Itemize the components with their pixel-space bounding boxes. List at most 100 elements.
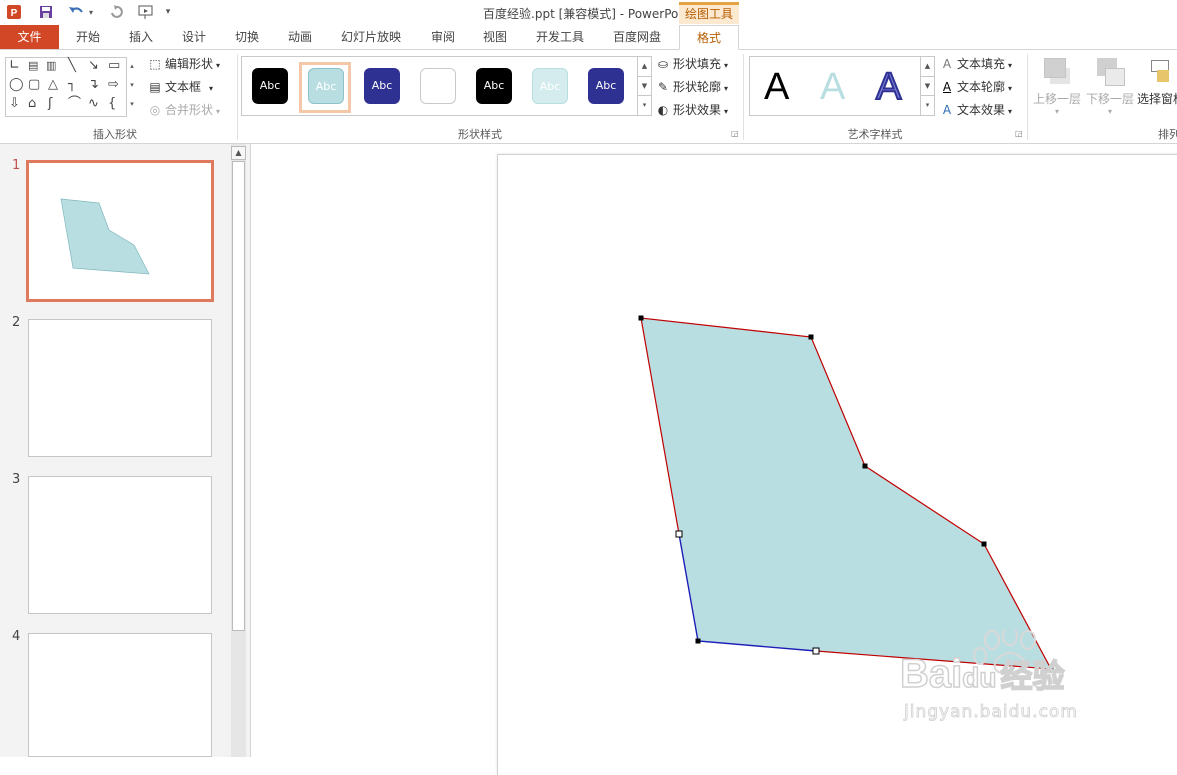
bring-forward-button[interactable]: 上移一层 ▾ <box>1032 56 1082 116</box>
wordart-styles-gallery[interactable]: A A A ▲ ▼ ▾ <box>749 56 935 116</box>
window-title: 百度经验.ppt [兼容模式] - PowerPoint <box>483 7 694 21</box>
shape-styles-gallery[interactable]: Abc Abc Abc Abc Abc Abc ▲ ▼ ▾ <box>241 56 652 116</box>
scroll-up-arrow-icon[interactable]: ▲ <box>231 146 246 160</box>
text-outline-button[interactable]: A 文本轮廓 ▾ <box>940 78 1012 96</box>
watermark-label: 经验 <box>1000 657 1066 695</box>
textbox-icon: ▤ <box>149 80 161 94</box>
arrange-group-label: 排列 <box>1158 128 1177 141</box>
edit-shape-icon: ⬚ <box>149 57 161 71</box>
shape-connector-icon[interactable]: ┐ <box>68 78 76 92</box>
slide-thumbnail-1[interactable] <box>26 160 214 302</box>
selection-pane-button[interactable]: 选择窗格 <box>1137 56 1177 107</box>
shape-triangle-icon[interactable]: △ <box>48 78 58 92</box>
shape-gallery-scroll[interactable]: ▴ ▾ ▾ <box>126 57 138 115</box>
dialog-launcher-icon[interactable]: ◲ <box>1015 129 1023 138</box>
shape-rounded-rect-icon[interactable]: ▢ <box>28 78 40 92</box>
shape-textbox-icon[interactable]: ▤ <box>28 59 38 73</box>
tab-developer[interactable]: 开发工具 <box>530 25 590 49</box>
gallery-scroll-down[interactable]: ▼ <box>637 76 651 96</box>
watermark-brand: Bai <box>899 651 963 697</box>
thumbnail-number: 4 <box>12 629 21 644</box>
shape-brace-icon[interactable]: { <box>108 97 116 111</box>
wordart-more[interactable]: ▾ <box>920 95 934 115</box>
slide-thumbnail-2[interactable] <box>28 319 212 457</box>
gallery-scroll-up[interactable]: ▲ <box>637 57 651 76</box>
shape-style-white[interactable] <box>420 68 456 104</box>
slide-thumbnail-3[interactable] <box>28 476 212 614</box>
tab-format[interactable]: 格式 <box>679 25 739 50</box>
group-separator <box>237 54 238 140</box>
shape-gallery[interactable]: ∟ ▤ ▥ ╲ ↘ ▭ ◯ ▢ △ ┐ ↴ ⇨ ⇩ ⌂ ʃ ⌒ ∿ { <box>5 57 127 117</box>
shape-style-pale-blue[interactable]: Abc <box>532 68 568 104</box>
shape-outline-button[interactable]: ✎ 形状轮廓 ▾ <box>656 78 728 96</box>
thumbnail-number: 3 <box>12 472 21 487</box>
text-effects-button[interactable]: A 文本效果 ▾ <box>940 101 1012 119</box>
selection-pane-icon <box>1145 56 1175 86</box>
shape-curve-icon[interactable]: ∿ <box>88 97 99 111</box>
shape-arrow-icon[interactable]: ↘ <box>88 59 99 73</box>
thumbnail-number: 2 <box>12 315 21 330</box>
shape-style-dark-blue-2[interactable]: Abc <box>588 68 624 104</box>
wordart-scroll-down[interactable]: ▼ <box>920 76 934 96</box>
paint-bucket-icon: ⛀ <box>657 57 669 71</box>
dialog-launcher-icon[interactable]: ◲ <box>731 129 739 138</box>
text-effects-icon: A <box>942 103 952 117</box>
group-separator <box>743 54 744 140</box>
thumbnail-scrollbar[interactable]: ▲ <box>231 144 246 757</box>
drawing-tools-contextual-label: 绘图工具 <box>679 2 739 24</box>
tab-review[interactable]: 审阅 <box>423 25 463 49</box>
shape-freeform-icon[interactable]: ⌂ <box>28 97 36 111</box>
tab-home[interactable]: 开始 <box>68 25 108 49</box>
shape-down-arrow-icon[interactable]: ⇩ <box>9 97 20 111</box>
shape-vtextbox-icon[interactable]: ▥ <box>46 59 56 73</box>
tab-insert[interactable]: 插入 <box>121 25 161 49</box>
tab-transitions[interactable]: 切换 <box>227 25 267 49</box>
shape-effects-button[interactable]: ◐ 形状效果 ▾ <box>656 101 728 119</box>
shape-elbow-arrow-icon[interactable]: ↴ <box>88 78 99 92</box>
shape-rectangle-icon[interactable]: ▭ <box>108 59 120 73</box>
tab-baidu-netdisk[interactable]: 百度网盘 <box>606 25 668 49</box>
ribbon-tabs: 文件 开始 插入 设计 切换 动画 幻灯片放映 审阅 视图 开发工具 百度网盘 … <box>0 25 1177 50</box>
tab-view[interactable]: 视图 <box>475 25 515 49</box>
wordart-style-black[interactable]: A <box>764 65 789 109</box>
wordart-styles-group-label: 艺术字样式 <box>847 128 903 141</box>
merge-shapes-button[interactable]: ◎ 合并形状 ▾ <box>148 101 220 119</box>
merge-shapes-icon: ◎ <box>149 103 161 117</box>
shape-style-dark-blue[interactable]: Abc <box>364 68 400 104</box>
wordart-style-light-blue[interactable]: A <box>820 65 845 109</box>
wordart-scroll-up[interactable]: ▲ <box>920 57 934 76</box>
tab-slideshow[interactable]: 幻灯片放映 <box>334 25 408 49</box>
watermark-brand-suffix: du <box>961 661 997 694</box>
wordart-style-blue-outline[interactable]: A <box>875 65 902 109</box>
shape-arc-icon[interactable]: ⌒ <box>68 97 81 111</box>
group-separator <box>1027 54 1028 140</box>
scrollbar-thumb[interactable] <box>232 161 245 631</box>
send-backward-button[interactable]: 下移一层 ▾ <box>1085 56 1135 116</box>
textbox-button[interactable]: ▤ 文本框 ▾ <box>148 78 213 96</box>
edit-shape-button[interactable]: ⬚ 编辑形状 ▾ <box>148 55 220 73</box>
shape-lshape-icon[interactable]: ∟ <box>9 59 20 73</box>
shape-oval-icon[interactable]: ◯ <box>9 78 24 92</box>
ribbon: ∟ ▤ ▥ ╲ ↘ ▭ ◯ ▢ △ ┐ ↴ ⇨ ⇩ ⌂ ʃ ⌒ ∿ { ▴ ▾ ▾ … <box>0 50 1177 144</box>
shape-fill-button[interactable]: ⛀ 形状填充 ▾ <box>656 55 728 73</box>
title-bar: P ▾ ▾ 百度经验.ppt [兼容模式] - PowerPoint 绘图工具 <box>0 0 1177 25</box>
tab-animations[interactable]: 动画 <box>280 25 320 49</box>
pen-icon: ✎ <box>657 80 669 94</box>
baidu-jingyan-watermark: Baidu 经验 jingyan.baidu.com <box>899 630 1120 730</box>
gallery-more[interactable]: ▾ <box>637 95 651 115</box>
shape-style-light-blue[interactable]: Abc <box>308 68 344 104</box>
bring-forward-icon <box>1042 56 1072 86</box>
text-outline-icon: A <box>942 80 952 94</box>
tab-file[interactable]: 文件 <box>0 25 59 49</box>
shape-effects-icon: ◐ <box>657 103 669 117</box>
slide-thumbnail-4[interactable] <box>28 633 212 757</box>
shape-style-black[interactable]: Abc <box>252 68 288 104</box>
shape-scribble-icon[interactable]: ʃ <box>48 97 52 111</box>
shape-style-black-2[interactable]: Abc <box>476 68 512 104</box>
thumbnail-number: 1 <box>12 158 21 173</box>
text-fill-button[interactable]: A 文本填充 ▾ <box>940 55 1012 73</box>
shape-block-arrow-icon[interactable]: ⇨ <box>108 78 119 92</box>
send-backward-icon <box>1095 56 1125 86</box>
tab-design[interactable]: 设计 <box>174 25 214 49</box>
shape-line-icon[interactable]: ╲ <box>68 59 76 73</box>
